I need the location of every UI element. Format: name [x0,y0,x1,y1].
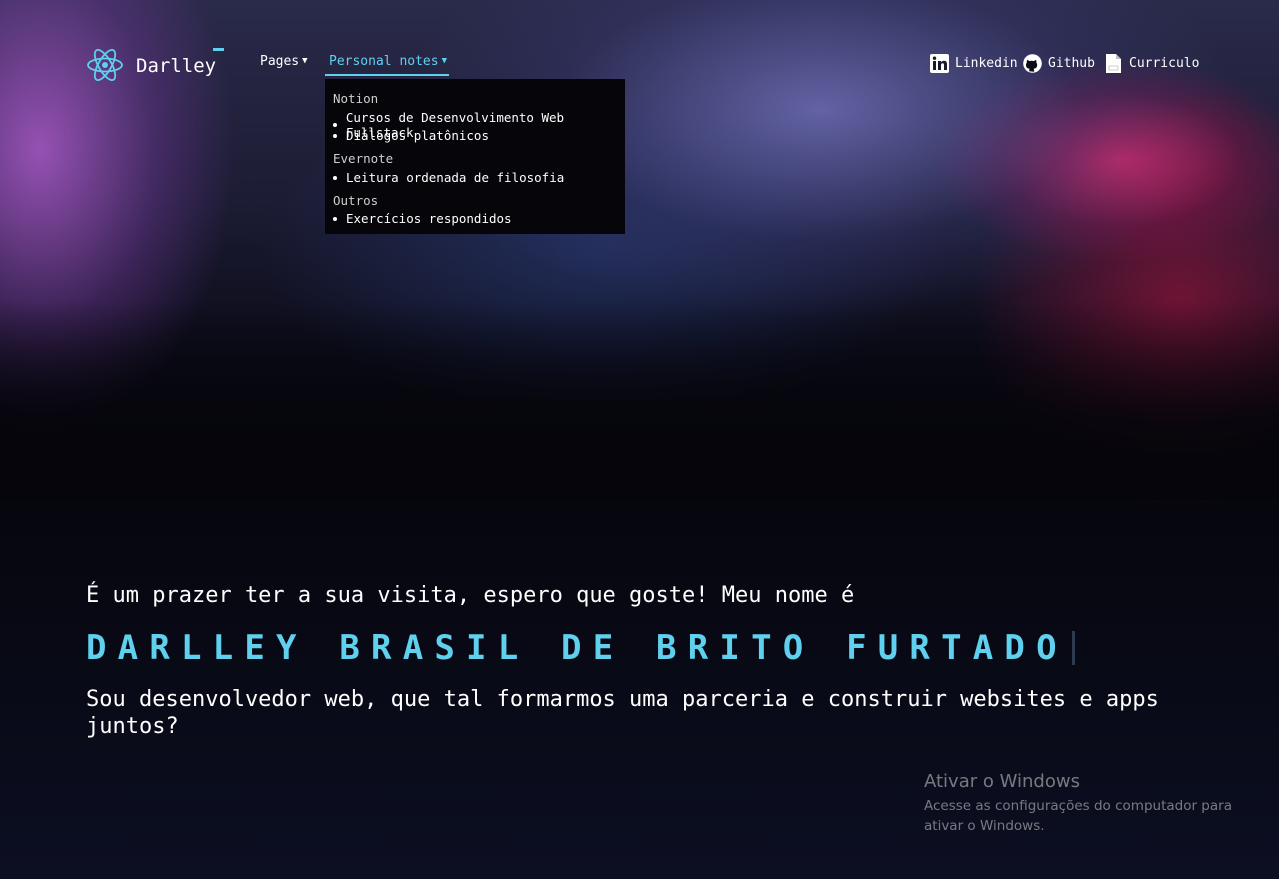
menu-item[interactable]: Exercícios respondidos [333,211,512,226]
hero-fade [0,300,1279,500]
nav-pages-label: Pages [260,54,300,69]
chevron-down-icon: ▼ [441,55,447,66]
watermark-title: Ativar o Windows [924,771,1080,792]
curriculo-link[interactable]: Curriculo [1104,54,1199,73]
bullet-icon [333,216,337,221]
react-atom-icon [87,49,123,81]
nav-pages-dropdown[interactable]: Pages ▼ [260,54,308,69]
menu-group-title: Evernote [333,151,394,166]
windows-activation-watermark: Ativar o Windows Acesse as configurações… [924,771,1234,836]
linkedin-label: Linkedin [955,56,1018,71]
hero-name: DARLLEY BRASIL DE BRITO FURTADO [86,628,1075,668]
nav-notes-label: Personal notes [329,54,439,69]
menu-item[interactable]: Leitura ordenada de filosofia [333,170,564,185]
pdf-icon [1106,54,1121,73]
personal-notes-menu: Notion Cursos de Desenvolvimento Web Ful… [325,79,625,234]
watermark-subtitle: Acesse as configurações do computador pa… [924,798,1232,834]
menu-item[interactable]: Diálogos platônicos [333,128,489,143]
bullet-icon [333,175,337,180]
github-icon [1023,54,1042,73]
chevron-down-icon: ▼ [302,55,308,66]
menu-group-title: Outros [333,193,379,208]
bullet-icon [333,133,337,138]
menu-item-label: Exercícios respondidos [346,211,512,226]
brand-cursor [213,48,224,51]
brand-name: Darlley [136,55,217,77]
github-label: Github [1048,56,1095,71]
typing-cursor [1071,631,1075,665]
github-link[interactable]: Github [1023,54,1095,73]
hero-greeting: É um prazer ter a sua visita, espero que… [86,583,855,608]
hero-name-text: DARLLEY BRASIL DE BRITO FURTADO [86,628,1068,668]
menu-group-title: Notion [333,91,379,106]
bullet-icon [333,123,337,127]
active-nav-underline [325,74,449,76]
menu-item-label: Leitura ordenada de filosofia [346,170,565,185]
nav-personal-notes-dropdown[interactable]: Personal notes ▼ [329,54,447,69]
linkedin-icon [930,54,949,73]
linkedin-link[interactable]: Linkedin [930,54,1018,73]
menu-item-label: Diálogos platônicos [346,128,489,143]
brand-link[interactable]: Darlley [86,45,216,85]
hero-tagline: Sou desenvolvedor web, que tal formarmos… [86,687,1159,739]
curriculo-label: Curriculo [1129,56,1200,71]
